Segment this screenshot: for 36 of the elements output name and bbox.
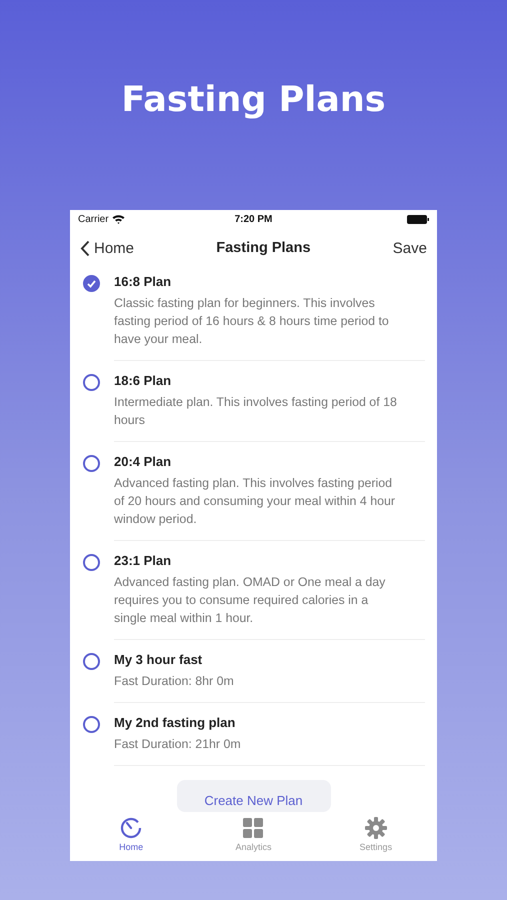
plan-name: 16:8 Plan: [114, 274, 172, 289]
tab-bar-item[interactable]: Settings: [314, 813, 437, 861]
battery-icon: [407, 214, 429, 224]
back-button[interactable]: Home: [80, 240, 134, 256]
plan-description: Intermediate plan. This involves fasting period of 18 hours: [114, 394, 398, 429]
plan-name: 23:1 Plan: [114, 553, 172, 568]
nav-title: Fasting Plans: [216, 240, 311, 256]
check-icon: [87, 280, 96, 288]
radio-button[interactable]: [83, 275, 100, 292]
status-time: 7:20 PM: [234, 214, 274, 224]
wifi-icon: [112, 214, 125, 224]
radio-button[interactable]: [83, 716, 100, 733]
settings-icon: [364, 817, 387, 839]
radio-button[interactable]: [83, 374, 100, 391]
plan-name: My 2nd fasting plan: [114, 715, 236, 730]
plan-description: Classic fasting plan for beginners. This involves fasting period of 16 hours & 8 hours time period to have your meal.: [114, 295, 390, 348]
timer-icon: [120, 817, 142, 839]
plan-name: 20:4 Plan: [114, 454, 172, 469]
tab-bar-item[interactable]: Home: [70, 813, 192, 861]
plan-description: Advanced fasting plan. This involves fasting period of 20 hours and consuming your meal within 4 hour window period.: [114, 475, 396, 528]
plan-description: Advanced fasting plan. OMAD or One meal a day requires you to consume required calories in a single meal within 1 hour.: [114, 574, 386, 627]
plan-description: Fast Duration: 21hr 0m: [114, 736, 242, 753]
back-chevron-icon: [80, 240, 90, 256]
plan-name: My 3 hour fast: [114, 652, 204, 667]
page-headline: Fasting Plans: [121, 80, 386, 122]
create-plan-button[interactable]: Create New Plan: [176, 780, 330, 812]
carrier-label: Carrier: [78, 214, 109, 224]
tab-bar-item[interactable]: Analytics: [192, 813, 315, 861]
save-button[interactable]: Save: [392, 240, 427, 256]
radio-button[interactable]: [83, 653, 100, 670]
radio-button[interactable]: [83, 455, 100, 472]
plan-name: 18:6 Plan: [114, 373, 172, 388]
plan-description: Fast Duration: 8hr 0m: [114, 673, 235, 690]
grid-icon: [243, 818, 264, 838]
radio-button[interactable]: [83, 554, 100, 571]
back-label: Home: [94, 240, 134, 256]
